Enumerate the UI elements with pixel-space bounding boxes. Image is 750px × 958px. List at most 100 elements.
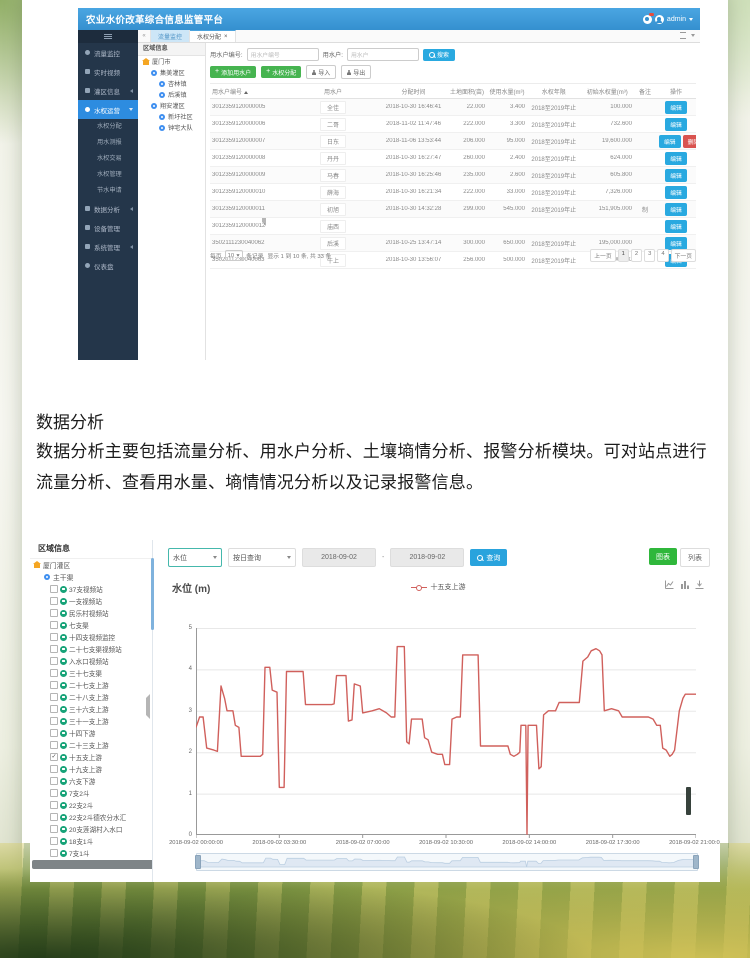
page-button-4[interactable]: 4 — [657, 249, 668, 262]
panel-collapse-handle[interactable] — [146, 698, 150, 716]
datazoom-slider[interactable] — [196, 853, 698, 871]
tree-node-main-canal[interactable]: 主干渠 — [30, 571, 152, 583]
sidebar-subitem-usage-report[interactable]: 用水测报 — [78, 135, 138, 151]
tree-node-town[interactable]: 新圩社区 — [138, 111, 205, 122]
station-item[interactable]: 二十七支渠视频站 — [30, 643, 152, 655]
query-button[interactable]: 查询 — [470, 549, 507, 566]
checkbox-icon[interactable] — [50, 705, 58, 713]
horizontal-scrollbar[interactable] — [32, 860, 152, 869]
tree-node-district[interactable]: 集美灌区 — [138, 67, 205, 78]
station-item[interactable]: 37支视频站 — [30, 583, 152, 595]
page-button-2[interactable]: 2 — [631, 249, 642, 262]
sidebar-subitem-saving-apply[interactable]: 节水申请 — [78, 183, 138, 199]
user-name-box[interactable]: 薛海 — [320, 186, 346, 199]
download-icon[interactable] — [695, 580, 704, 589]
edit-button[interactable]: 编辑 — [665, 186, 687, 199]
sidebar-subitem-management[interactable]: 水权管理 — [78, 167, 138, 183]
edit-button[interactable]: 编辑 — [665, 237, 687, 250]
user-name-box[interactable]: 后溪 — [320, 237, 346, 250]
tree-node-town[interactable]: 杏林镇 — [138, 78, 205, 89]
list-view-button[interactable]: 列表 — [680, 548, 710, 567]
edit-button[interactable]: 编辑 — [665, 169, 687, 182]
station-item[interactable]: 20支莲湖村入水口 — [30, 823, 152, 835]
checkbox-icon[interactable] — [50, 729, 58, 737]
scrollbar-thumb[interactable] — [686, 787, 691, 815]
sidebar-item-system-mgmt[interactable]: 系统管理 — [78, 237, 138, 256]
station-item[interactable]: 六支下游 — [30, 775, 152, 787]
column-header[interactable]: 分配时间 — [380, 87, 447, 96]
sidebar-item-district-info[interactable]: 灌区信息 — [78, 81, 138, 100]
column-header[interactable]: 备注 — [634, 87, 656, 96]
edit-button[interactable]: 编辑 — [665, 203, 687, 216]
chart-legend[interactable]: 十五支上游 — [156, 582, 720, 592]
station-item[interactable]: 十四下游 — [30, 727, 152, 739]
user-id-input[interactable]: 用水户编号 — [247, 48, 319, 61]
station-item[interactable]: 三十七支渠 — [30, 667, 152, 679]
tab-collapse-icon[interactable] — [691, 34, 695, 37]
checkbox-icon[interactable] — [50, 609, 58, 617]
sidebar-item-live-video[interactable]: 实时视频 — [78, 62, 138, 81]
line-chart-icon[interactable] — [665, 580, 674, 589]
checkbox-icon[interactable] — [50, 837, 58, 845]
user-input[interactable]: 用水户 — [347, 48, 419, 61]
user-name-box[interactable]: 马春 — [320, 169, 346, 182]
station-item[interactable]: 一支视频站 — [30, 595, 152, 607]
tab-water-allocation[interactable]: 水权分配× — [190, 30, 236, 42]
sidebar-item-flow-monitor[interactable]: 流量监控 — [78, 43, 138, 62]
checkbox-icon[interactable] — [50, 801, 58, 809]
datazoom-left-handle[interactable] — [195, 855, 201, 869]
station-item[interactable]: 入水口视频站 — [30, 655, 152, 667]
sidebar-subitem-allocation[interactable]: 水权分配 — [78, 119, 138, 135]
checkbox-icon[interactable] — [50, 657, 58, 665]
checkbox-checked-icon[interactable]: ✓ — [50, 753, 58, 761]
checkbox-icon[interactable] — [50, 633, 58, 641]
station-item[interactable]: 三十六支上游 — [30, 703, 152, 715]
tree-node-town[interactable]: 钟宅大队 — [138, 122, 205, 133]
station-item[interactable]: 二十七支上游 — [30, 679, 152, 691]
station-item[interactable]: 二十八支上游 — [30, 691, 152, 703]
checkbox-icon[interactable] — [50, 825, 58, 833]
checkbox-icon[interactable] — [50, 765, 58, 773]
sidebar-item-water-rights[interactable]: 水权运营 — [78, 100, 138, 119]
tab-flow-monitor[interactable]: 流量监控 — [151, 30, 190, 42]
tree-node-town[interactable]: 后溪镇 — [138, 89, 205, 100]
user-name-box[interactable]: 初旭 — [320, 203, 346, 216]
column-header[interactable]: 操作 — [656, 87, 696, 96]
allocate-button[interactable]: +水权分配 — [261, 66, 301, 78]
bar-chart-icon[interactable] — [680, 580, 689, 589]
search-button[interactable]: 搜索 — [423, 49, 455, 61]
station-item[interactable]: 18支1斗 — [30, 835, 152, 847]
add-user-button[interactable]: +添加用水户 — [210, 66, 256, 78]
column-header[interactable]: 初始水权量(m³) — [581, 87, 635, 96]
date-from-input[interactable]: 2018-09-02 — [302, 548, 376, 567]
checkbox-icon[interactable] — [50, 717, 58, 725]
user-name-box[interactable]: 二哥 — [320, 118, 346, 131]
checkbox-icon[interactable] — [50, 789, 58, 797]
page-button-3[interactable]: 3 — [644, 249, 655, 262]
checkbox-icon[interactable] — [50, 645, 58, 653]
station-item[interactable]: 七支渠 — [30, 619, 152, 631]
tab-menu-icon[interactable] — [680, 32, 686, 39]
chart-view-button[interactable]: 图表 — [649, 548, 677, 565]
user-name-box[interactable]: 全佳 — [320, 101, 346, 114]
sidebar-item-data-analysis[interactable]: 数据分析 — [78, 199, 138, 218]
checkbox-icon[interactable] — [50, 849, 58, 857]
datazoom-right-handle[interactable] — [693, 855, 699, 869]
vertical-scrollbar[interactable] — [151, 558, 154, 630]
tree-node-city[interactable]: 厦门市 — [138, 56, 205, 67]
hamburger-icon[interactable] — [78, 30, 138, 43]
station-item[interactable]: 7支2斗 — [30, 787, 152, 799]
column-header[interactable]: 用水户编号 — [210, 87, 286, 96]
checkbox-icon[interactable] — [50, 813, 58, 821]
close-icon[interactable]: × — [224, 34, 228, 40]
sidebar-subitem-trading[interactable]: 水权交易 — [78, 151, 138, 167]
export-button[interactable]: 导出 — [341, 65, 371, 79]
next-page-button[interactable]: 下一页 — [671, 249, 696, 262]
station-item[interactable]: 三十一支上游 — [30, 715, 152, 727]
edit-button[interactable]: 编辑 — [665, 118, 687, 131]
edit-button[interactable]: 编辑 — [665, 101, 687, 114]
station-item[interactable]: 二十三支上游 — [30, 739, 152, 751]
prev-page-button[interactable]: 上一页 — [590, 249, 615, 262]
checkbox-icon[interactable] — [50, 597, 58, 605]
column-header[interactable]: 用水户 — [286, 87, 380, 96]
